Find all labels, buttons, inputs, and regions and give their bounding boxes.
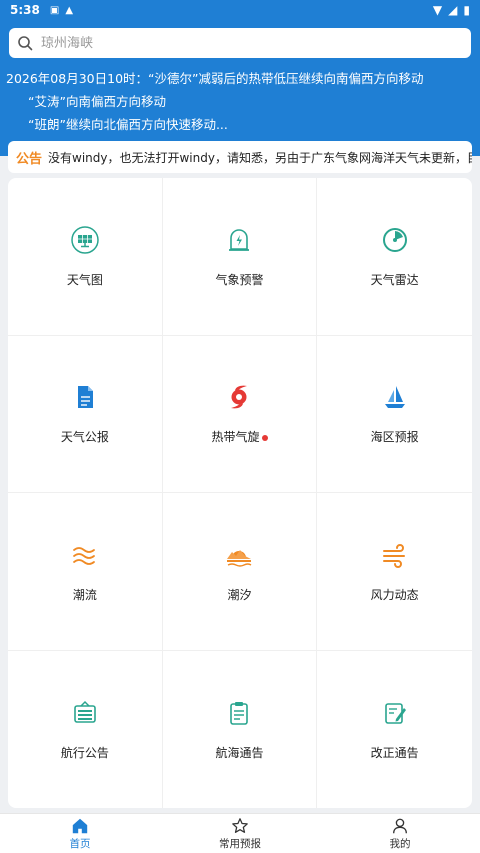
status-bar: 5:38 ▣ ▲ ▼ ◢ ▮ <box>0 0 480 20</box>
grid-item-label: 天气雷达 <box>370 272 419 287</box>
grid-item-label: 航行公告 <box>60 745 109 760</box>
grid-item-label: 潮汐 <box>227 587 252 602</box>
grid-item-label: 潮流 <box>72 587 97 602</box>
grid-item-maritime-notice[interactable]: 航海通告 <box>163 650 318 808</box>
grid-item-label: 海区预报 <box>370 430 419 445</box>
tab-label: 我的 <box>389 837 411 850</box>
feature-grid: 天气图 气象预警 天气雷达 天气公报 热带气旋 海区预报 潮流 潮汐 风力动态 … <box>8 178 472 808</box>
app-notification-icon: ▲ <box>65 4 74 16</box>
header: 2026年08月30日10时：“沙德尔”减弱后的热带低压继续向南偏西方向移动 “… <box>0 20 480 156</box>
grid-item-label: 航海通告 <box>215 745 264 760</box>
grid-item-label-text: 热带气旋 <box>211 430 260 445</box>
notice-text: 没有windy，也无法打开windy，请知悉，另由于广东气象网海洋天气未更新，目… <box>48 150 472 165</box>
grid-item-navigation-notice[interactable]: 航行公告 <box>8 650 163 808</box>
grid-item-tide[interactable]: 潮汐 <box>162 493 318 651</box>
signal-icon: ◢ <box>448 3 458 17</box>
grid-item-label: 改正通告 <box>370 745 419 760</box>
wind-icon <box>382 543 405 568</box>
user-icon <box>393 818 407 833</box>
radar-icon <box>382 227 407 252</box>
battery-icon: ▮ <box>463 3 470 17</box>
notice-bar[interactable]: 公告 没有windy，也无法打开windy，请知悉，另由于广东气象网海洋天气未更… <box>8 141 472 173</box>
search-bar[interactable] <box>9 28 471 58</box>
tab-mine[interactable]: 我的 <box>320 814 480 853</box>
home-icon <box>72 818 88 833</box>
grid-item-tropical-cyclone[interactable]: 热带气旋 <box>162 335 318 493</box>
grid-item-weather-radar[interactable]: 天气雷达 <box>317 178 472 336</box>
tab-common-forecast[interactable]: 常用预报 <box>160 814 320 853</box>
tab-label: 常用预报 <box>219 837 261 850</box>
bottom-tab-bar: 首页 常用预报 我的 <box>0 813 480 853</box>
notice-tag: 公告 <box>16 151 43 167</box>
grid-item-wind-dynamics[interactable]: 风力动态 <box>317 493 472 651</box>
grid-item-label: 热带气旋 <box>211 428 268 445</box>
search-icon <box>18 36 33 51</box>
tab-home[interactable]: 首页 <box>0 814 160 853</box>
sunset-icon <box>227 549 252 567</box>
grid-item-correction-notice[interactable]: 改正通告 <box>317 651 472 809</box>
grid-item-weather-bulletin[interactable]: 天气公报 <box>8 335 163 493</box>
grid-item-label: 风力动态 <box>370 587 419 602</box>
new-badge <box>261 434 268 441</box>
clipboard-icon <box>230 701 249 725</box>
image-notification-icon: ▣ <box>49 4 60 16</box>
grid-item-weather-map[interactable]: 天气图 <box>8 178 163 336</box>
tab-label: 首页 <box>69 837 91 850</box>
star-icon <box>232 817 248 833</box>
search-input[interactable] <box>41 35 441 51</box>
grid-item-tidal-current[interactable]: 潮流 <box>8 493 163 651</box>
news-line[interactable]: “艾涛”向南偏西方向移动 <box>28 91 166 110</box>
grid-item-weather-warning[interactable]: 气象预警 <box>162 178 318 336</box>
sailboat-icon <box>384 386 405 409</box>
document-icon <box>77 386 93 409</box>
grid-item-label: 气象预警 <box>215 272 264 287</box>
notice-board-icon <box>74 700 96 723</box>
typhoon-icon <box>231 385 248 409</box>
edit-note-icon <box>384 702 406 724</box>
news-line[interactable]: “班朗”继续向北偏西方向快速移动... <box>28 114 228 133</box>
grid-item-label: 天气公报 <box>60 430 109 445</box>
waves-icon <box>72 546 95 565</box>
grid-item-label: 天气图 <box>66 272 103 287</box>
grid-item-sea-area-forecast[interactable]: 海区预报 <box>317 336 472 493</box>
news-line[interactable]: 2026年08月30日10时：“沙德尔”减弱后的热带低压继续向南偏西方向移动 <box>6 68 423 87</box>
wifi-icon: ▼ <box>432 3 443 17</box>
status-time: 5:38 <box>10 3 40 17</box>
solar-panel-icon <box>71 226 99 254</box>
warning-light-icon <box>229 229 250 251</box>
